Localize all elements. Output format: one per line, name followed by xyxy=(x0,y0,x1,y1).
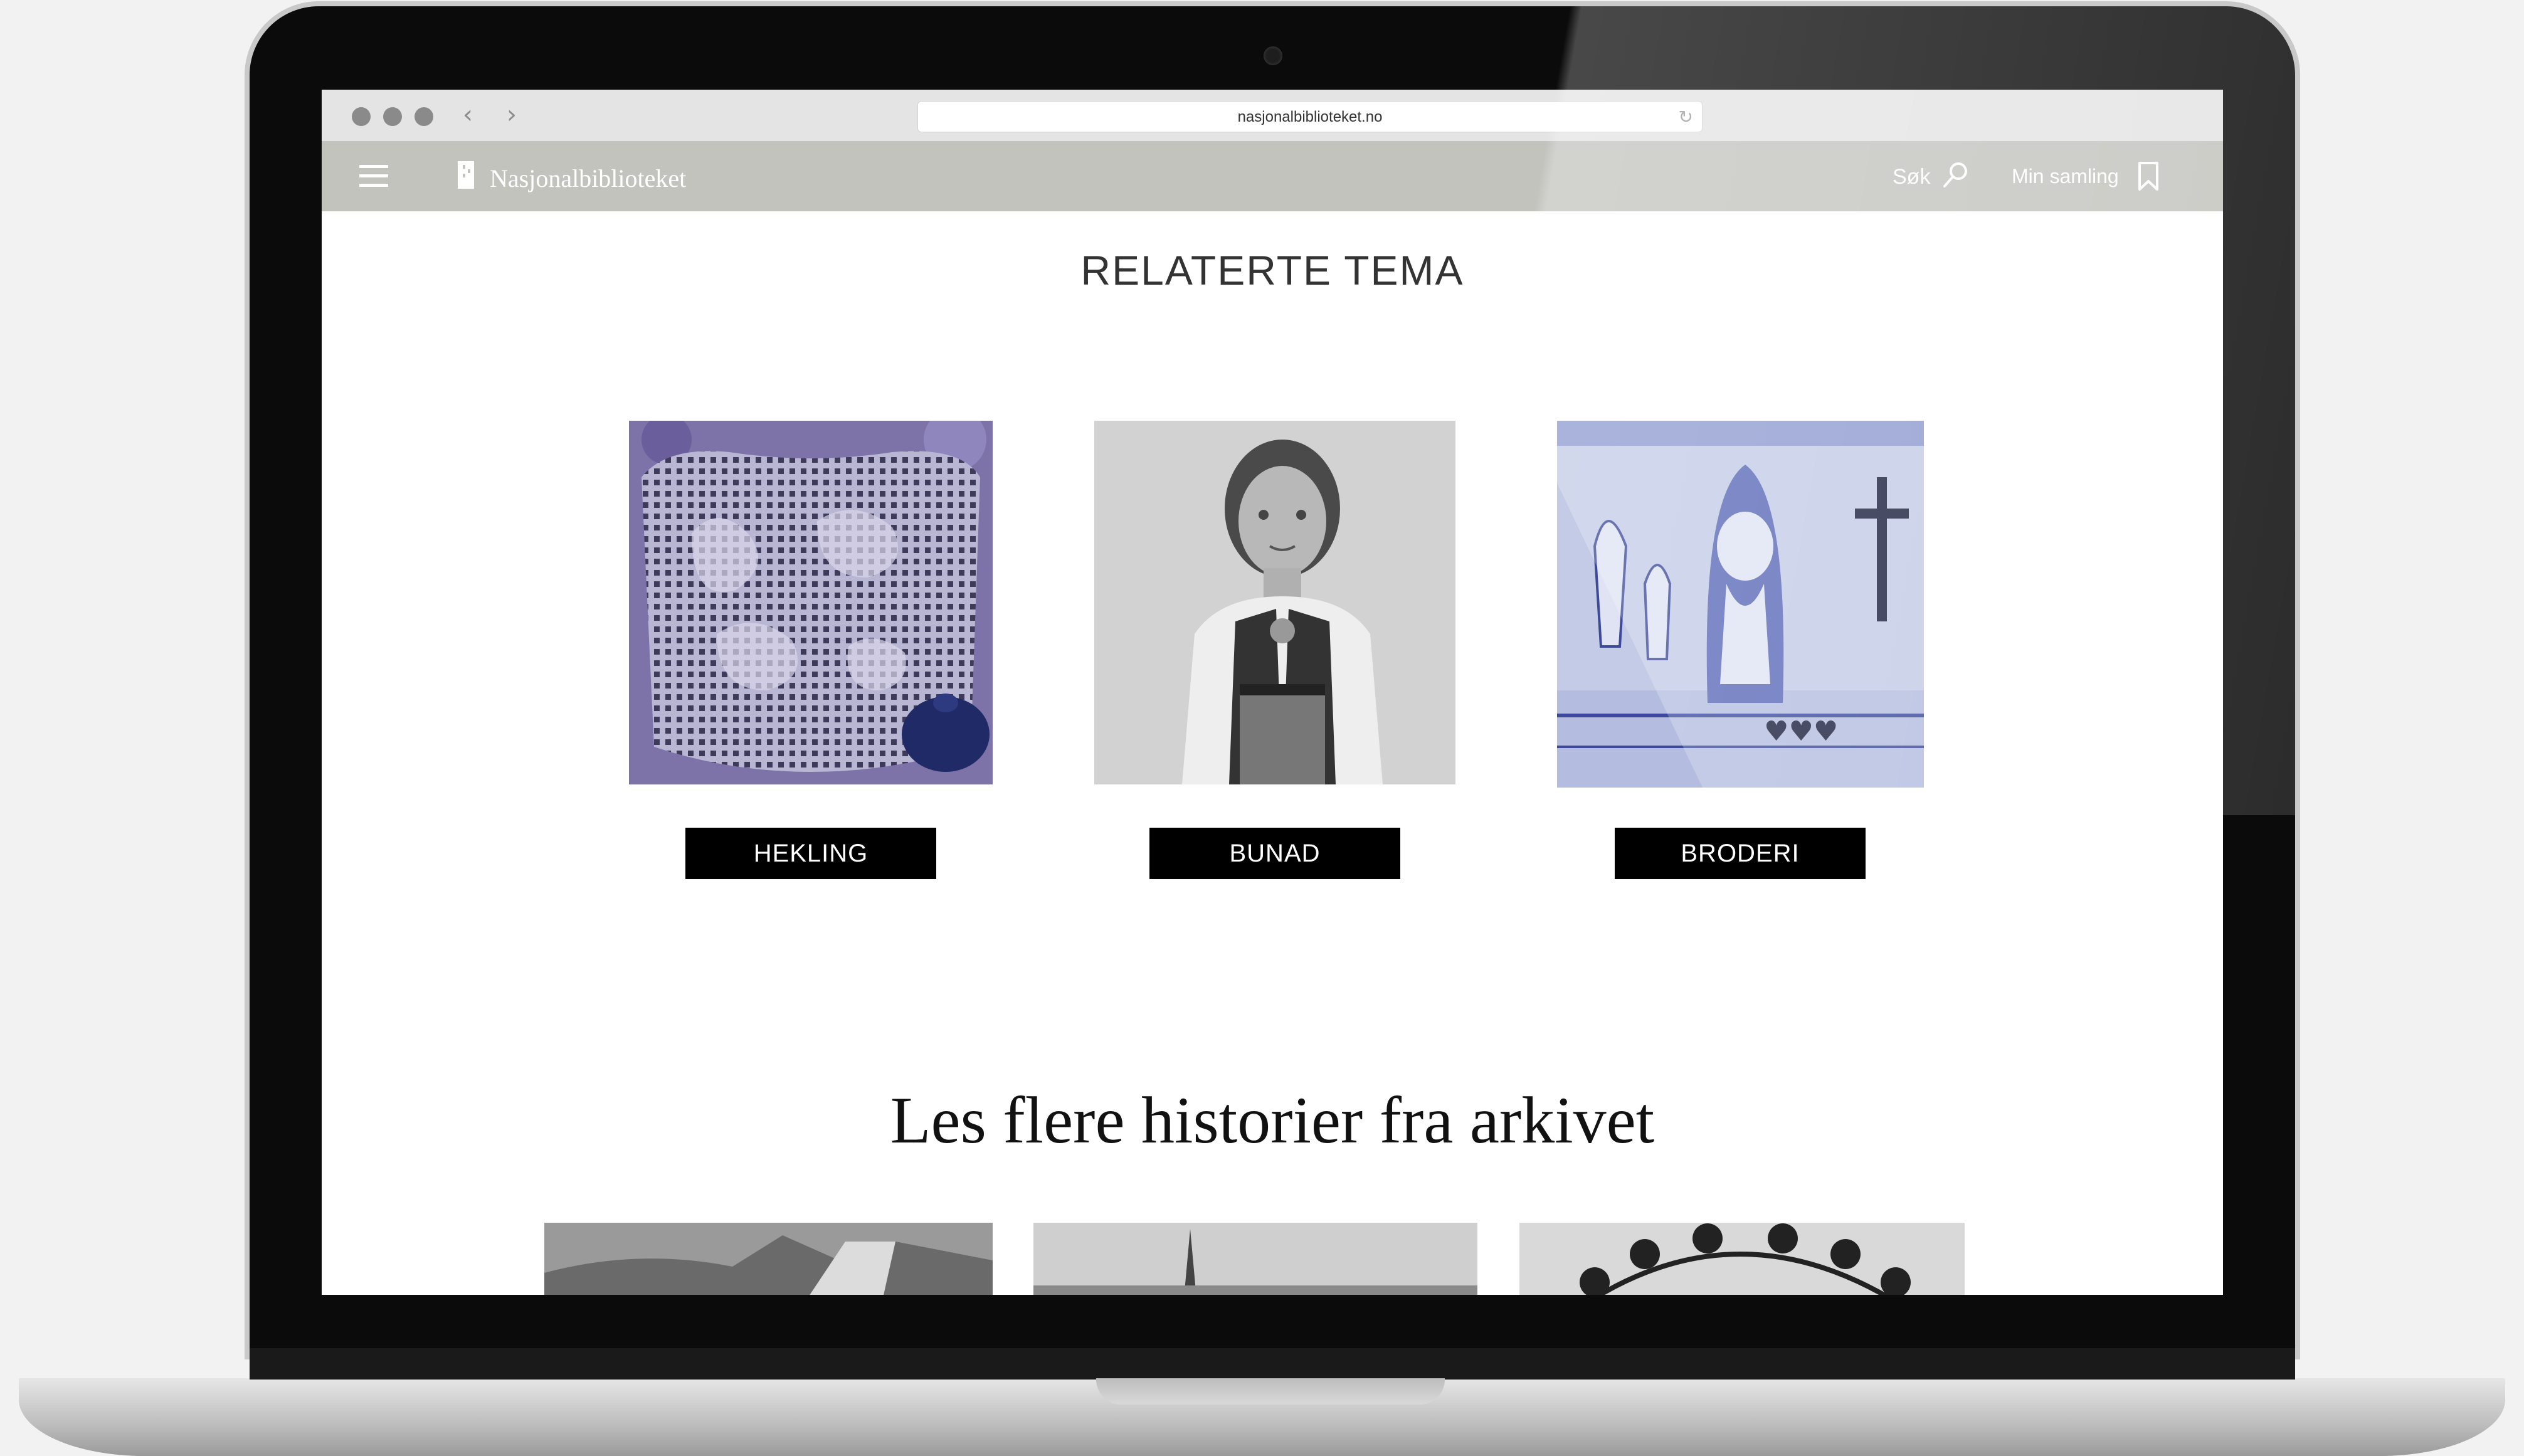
svg-text:♥♥♥: ♥♥♥ xyxy=(1764,715,1838,747)
story-thumbnail-2[interactable] xyxy=(1033,1223,1477,1295)
broderi-image[interactable]: ♥♥♥ xyxy=(1557,421,1924,788)
close-window-button[interactable] xyxy=(352,107,371,126)
my-collection-link[interactable]: Min samling xyxy=(2012,165,2119,188)
reload-icon[interactable]: ↻ xyxy=(1679,107,1693,127)
site-logo-text[interactable]: Nasjonalbiblioteket xyxy=(490,164,686,193)
laptop-mockup: ‹ › nasjonalbiblioteket.no ↻ Nasjonalbib… xyxy=(0,0,2524,1456)
camera-icon xyxy=(1264,46,1282,65)
search-icon[interactable] xyxy=(1940,160,1971,191)
site-header: Nasjonalbiblioteket Søk Min samling xyxy=(322,141,2223,211)
browser-toolbar: ‹ › nasjonalbiblioteket.no ↻ xyxy=(322,90,2223,142)
chevron-right-icon[interactable]: › xyxy=(507,102,517,127)
minimize-window-button[interactable] xyxy=(383,107,402,126)
search-link-label[interactable]: Søk xyxy=(1893,165,1930,189)
hamburger-menu-icon[interactable] xyxy=(359,165,388,187)
bookmark-icon[interactable] xyxy=(2137,161,2160,191)
address-bar[interactable]: nasjonalbiblioteket.no ↻ xyxy=(917,101,1703,132)
laptop-hinge xyxy=(250,1348,2295,1380)
chevron-left-icon[interactable]: ‹ xyxy=(463,102,473,127)
story-thumbnail-1[interactable] xyxy=(544,1223,993,1295)
bunad-image[interactable] xyxy=(1094,421,1455,784)
maximize-window-button[interactable] xyxy=(415,107,433,126)
hekling-button[interactable]: HEKLING xyxy=(685,828,936,879)
related-themes-heading: RELATERTE TEMA xyxy=(1080,247,1464,293)
library-logo-icon[interactable] xyxy=(457,160,475,190)
story-thumbnail-3[interactable] xyxy=(1519,1223,1965,1295)
url-text: nasjonalbiblioteket.no xyxy=(1237,108,1383,125)
bunad-button[interactable]: BUNAD xyxy=(1149,828,1400,879)
stories-heading: Les flere historier fra arkivet xyxy=(890,1084,1655,1157)
hekling-image[interactable] xyxy=(629,421,993,784)
laptop-notch xyxy=(1096,1378,1445,1405)
browser-window: ‹ › nasjonalbiblioteket.no ↻ Nasjonalbib… xyxy=(322,90,2223,1295)
broderi-button[interactable]: BRODERI xyxy=(1615,828,1866,879)
